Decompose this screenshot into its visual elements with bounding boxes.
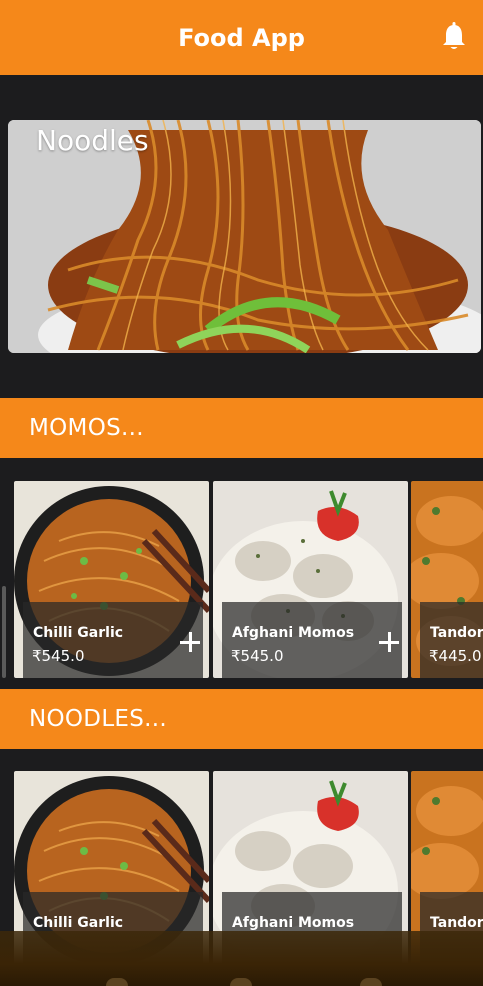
section-header-noodles: NOODLES... <box>0 689 483 749</box>
hero-banner[interactable]: Noodles <box>8 120 481 353</box>
profile-icon[interactable] <box>360 978 382 986</box>
bell-icon[interactable] <box>441 22 467 52</box>
card-info: Chilli Garlic ₹545.0 <box>23 602 203 678</box>
item-name: Tandori <box>430 915 483 931</box>
add-icon[interactable] <box>378 630 402 654</box>
item-name: Chilli Garlic <box>33 625 124 641</box>
card-info: Afghani Momos ₹545.0 <box>222 602 402 678</box>
scrollbar[interactable] <box>2 586 6 678</box>
card-info: Tandori ₹445.0 <box>420 602 483 678</box>
hero-title: Noodles <box>36 124 149 157</box>
item-price: ₹445.0 <box>429 647 482 665</box>
bottom-navigation <box>0 931 483 986</box>
food-card[interactable]: Tandori ₹445.0 <box>411 481 483 678</box>
item-name: Afghani Momos <box>232 625 355 641</box>
item-price: ₹545.0 <box>32 647 85 665</box>
food-card[interactable]: Chilli Garlic ₹545.0 <box>14 481 209 678</box>
food-card[interactable]: Afghani Momos ₹545.0 <box>213 481 408 678</box>
section-title: NOODLES... <box>29 706 168 732</box>
item-price: ₹545.0 <box>231 647 284 665</box>
item-name: Chilli Garlic <box>33 915 124 931</box>
momos-carousel[interactable]: Chilli Garlic ₹545.0 Afghani Momos ₹545.… <box>14 481 483 678</box>
item-name: Tandori <box>430 625 483 641</box>
section-header-momos: MOMOS... <box>0 398 483 458</box>
home-icon[interactable] <box>106 978 128 986</box>
add-icon[interactable] <box>179 630 203 654</box>
cart-icon[interactable] <box>230 978 252 986</box>
item-name: Afghani Momos <box>232 915 355 931</box>
app-bar: Food App <box>0 0 483 75</box>
section-title: MOMOS... <box>29 415 144 441</box>
app-title: Food App <box>178 23 305 52</box>
